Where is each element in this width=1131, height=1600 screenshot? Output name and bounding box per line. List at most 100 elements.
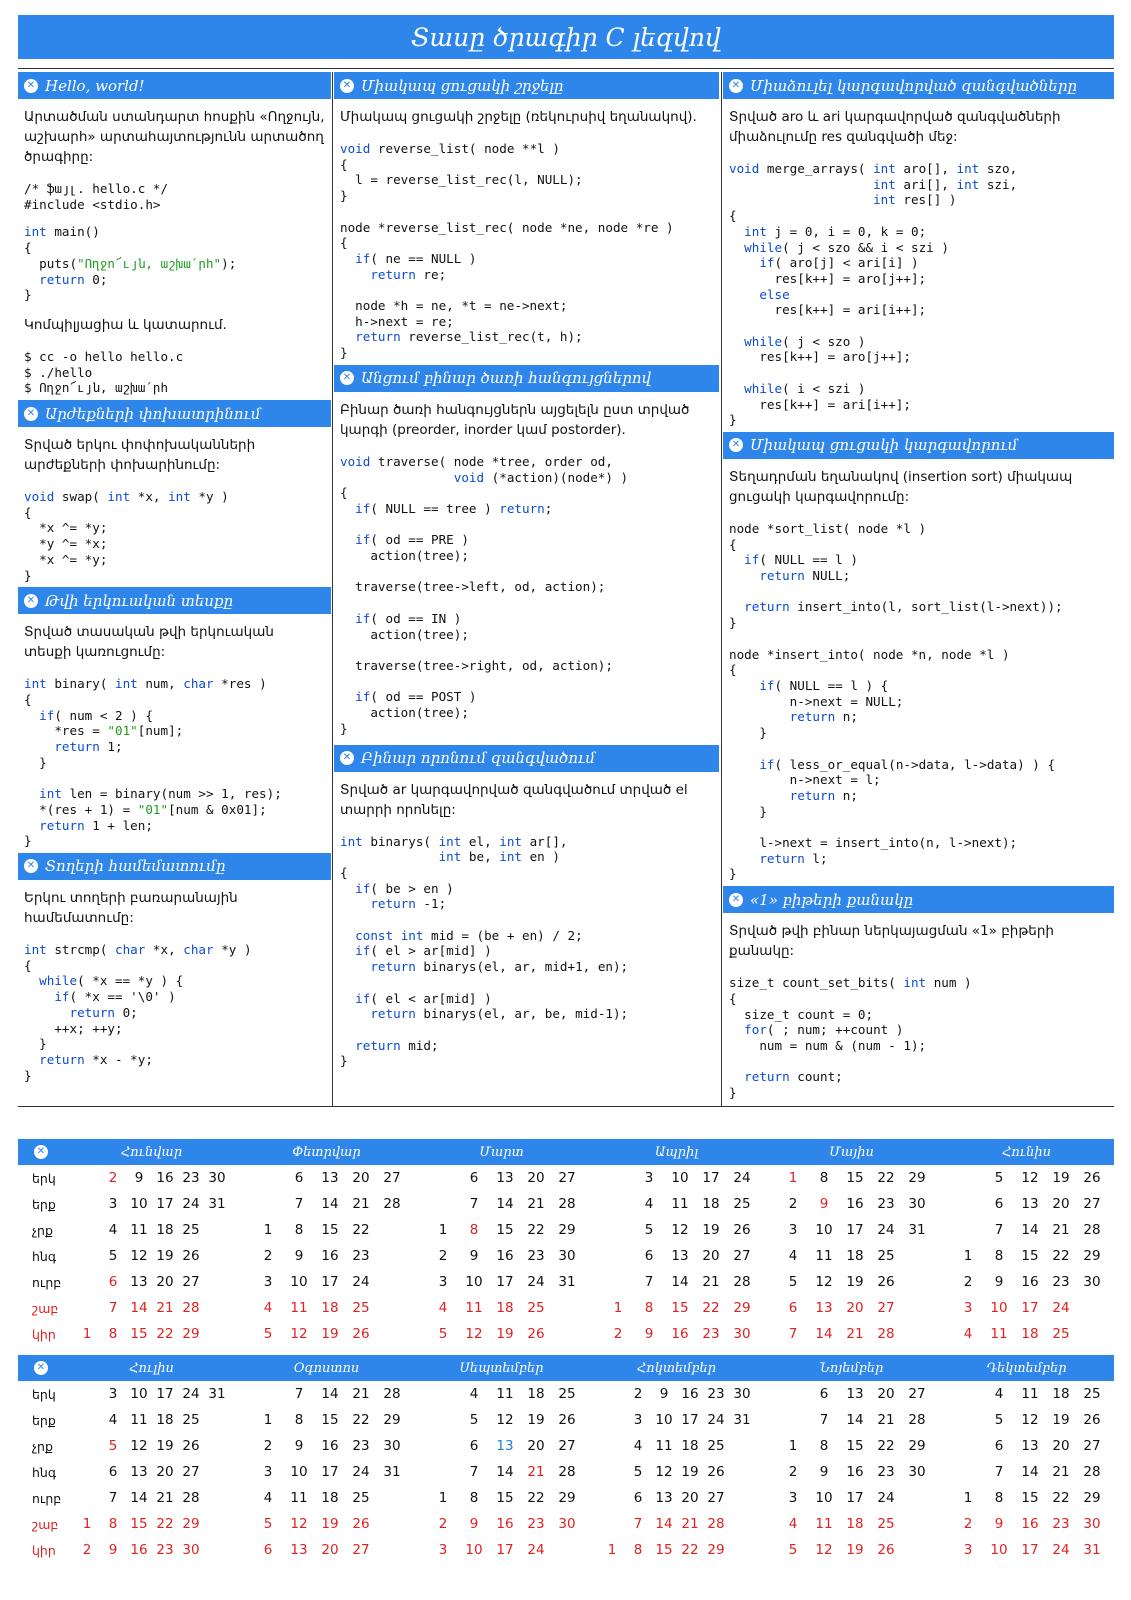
- calendar-date: 18: [846, 1516, 864, 1532]
- code-block: size_t count_set_bits( int num ) { size_…: [729, 975, 972, 1101]
- column-divider-2: [721, 72, 722, 1106]
- calendar-date: 31: [208, 1196, 226, 1212]
- calendar-date: 7: [994, 1464, 1004, 1480]
- calendar-date: 7: [294, 1196, 304, 1212]
- calendar-date: 4: [994, 1386, 1004, 1402]
- calendar-date: 10: [465, 1542, 483, 1558]
- calendar-date: 25: [352, 1490, 370, 1506]
- calendar-date: 17: [496, 1274, 514, 1290]
- section-description: Տրված թվի բինար ներկայացման «1» բիթերի ք…: [729, 923, 1054, 960]
- calendar-date: 14: [321, 1196, 339, 1212]
- calendar-date: 14: [1021, 1222, 1039, 1238]
- calendar-date: 29: [182, 1326, 200, 1342]
- close-circle-icon: ✕: [24, 859, 38, 874]
- month-cell: 1 8 15 22 29: [239, 1407, 414, 1433]
- month-cell: 1 8 15 22 29: [64, 1321, 239, 1347]
- code-block: void reverse_list( node **l ) { l = reve…: [340, 141, 674, 361]
- calendar-date: 22: [352, 1412, 370, 1428]
- calendar-date: 18: [527, 1386, 545, 1402]
- month-name: Մայիս: [829, 1144, 874, 1160]
- calendar-date: 1: [438, 1222, 448, 1238]
- calendar-date: 27: [733, 1248, 751, 1264]
- weekday-label: ուրբ: [32, 1490, 62, 1506]
- code-block: void swap( int *x, int *y ) { *x ^= *y; …: [24, 489, 229, 583]
- calendar-date: 3: [263, 1464, 273, 1480]
- calendar-date: 19: [1052, 1170, 1070, 1186]
- section-header-swap: ✕ Արժեքների փոխատրինում: [18, 400, 331, 428]
- calendar-date: 10: [290, 1464, 308, 1480]
- calendar-date: 14: [496, 1196, 514, 1212]
- calendar-date: 24: [352, 1464, 370, 1480]
- month-cell: 2 9 16 23 30: [589, 1381, 764, 1407]
- calendar-date: 15: [496, 1222, 514, 1238]
- calendar-date: 16: [496, 1248, 514, 1264]
- calendar-date: 14: [846, 1412, 864, 1428]
- weekday-label: երկ: [32, 1170, 56, 1186]
- section-description: Տրված ar կարգավորված զանգվածում տրված el…: [340, 781, 688, 818]
- weekday-label: կիր: [32, 1326, 56, 1342]
- calendar-date: 25: [1052, 1326, 1070, 1342]
- calendar-date: 11: [1021, 1386, 1039, 1402]
- page-title: Տասը ծրագիր C լեզվով: [18, 15, 1114, 59]
- calendar-date: 17: [846, 1222, 864, 1238]
- weekday-label: երք: [32, 1412, 56, 1428]
- month-cell: 5 12 19 26: [239, 1321, 414, 1347]
- calendar-date: 28: [877, 1326, 895, 1342]
- month-cell: 3 10 17 24 31: [64, 1381, 239, 1407]
- calendar-week-row: հնգ 6 13 20 27 3 10 17 24 31 7 14 21 28 5 12 19 26 2 9 16 23 3…: [18, 1459, 1114, 1485]
- calendar-date: 25: [527, 1300, 545, 1316]
- calendar-date: 31: [1083, 1542, 1101, 1558]
- code-block: int strcmp( char *x, char *y ) { while( …: [24, 941, 252, 1083]
- calendar-date: 18: [1052, 1386, 1070, 1402]
- calendar-date: 24: [1052, 1542, 1070, 1558]
- month-name: Դեկտեմբեր: [986, 1360, 1067, 1376]
- calendar-date: 22: [877, 1170, 895, 1186]
- section-body-binary: Տրված տասական թվի երկուական տեսքի կառուց…: [18, 614, 331, 849]
- calendar-date: 16: [496, 1516, 514, 1532]
- calendar-date: 15: [321, 1222, 339, 1238]
- weekday-label: ուրբ: [32, 1274, 62, 1290]
- calendar-date: 10: [815, 1490, 833, 1506]
- calendar-date: 15: [1021, 1248, 1039, 1264]
- calendar-date: 18: [1021, 1326, 1039, 1342]
- section-body-sortlist: Տեղադրման եղանակով (insertion sort) միակ…: [723, 459, 1114, 882]
- calendar-date: 28: [182, 1490, 200, 1506]
- calendar-date: 6: [469, 1438, 479, 1454]
- calendar-date: 26: [182, 1438, 200, 1454]
- section-header-binsearch: ✕ Բինար որոնում զանգվածում: [334, 744, 719, 772]
- calendar-date: 16: [321, 1438, 339, 1454]
- calendar-date: 15: [846, 1438, 864, 1454]
- month-cell: 3 10 17 24 31: [939, 1537, 1114, 1563]
- month-cell: 7 14 21 28: [414, 1191, 589, 1217]
- calendar-week-row: չրք 5 12 19 26 2 9 16 23 30 6 13 20 27 4 11 18 25 1 8 15 22 29…: [18, 1433, 1114, 1459]
- calendar-date: 11: [496, 1386, 514, 1402]
- section-description: Միակապ ցուցակի շրջելը (ռեկուրսիվ եղանակո…: [340, 109, 697, 125]
- month-cell: 4 11 18 25: [589, 1191, 764, 1217]
- calendar-date: 8: [294, 1412, 304, 1428]
- calendar-date: 6: [644, 1248, 654, 1264]
- calendar-date: 16: [846, 1464, 864, 1480]
- calendar-date: 9: [819, 1464, 829, 1480]
- section-body-reverse: Միակապ ցուցակի շրջելը (ռեկուրսիվ եղանակո…: [334, 99, 719, 361]
- calendar-date: 24: [877, 1222, 895, 1238]
- section-header-binary: ✕ Թվի երկուական տեսքը: [18, 587, 331, 615]
- month-cell: 6 13 20 27: [239, 1537, 414, 1563]
- calendar-corner: ✕: [18, 1355, 64, 1381]
- calendar-date: 1: [788, 1170, 798, 1186]
- calendar-week-row: երկ 2 9 16 23 30 6 13 20 27 6 13 20 27 3 10 17 24 1 8 15 22 29…: [18, 1165, 1114, 1191]
- weekday-label: շաբ: [32, 1516, 59, 1532]
- section-description: Տրված aro և ari կարգավորված զանգվածների …: [729, 109, 1061, 145]
- month-cell: 5 12 19 26: [939, 1165, 1114, 1191]
- calendar-date: 21: [846, 1326, 864, 1342]
- section-description: Տեղադրման եղանակով (insertion sort) միակ…: [729, 468, 1073, 505]
- month-cell: 7 14 21 28: [64, 1295, 239, 1321]
- calendar-date: 8: [644, 1300, 654, 1316]
- month-cell: 3 10 17 24 31: [239, 1459, 414, 1485]
- calendar-date: 18: [321, 1300, 339, 1316]
- calendar-date: 21: [1052, 1222, 1070, 1238]
- month-cell: 1 8 15 22: [239, 1217, 414, 1243]
- section-header-hello: ✕ Hello, world!: [18, 72, 331, 99]
- month-cell: 3 10 17 24: [764, 1485, 939, 1511]
- month-cell: 7 14 21 28: [414, 1459, 589, 1485]
- calendar-date: 6: [263, 1542, 273, 1558]
